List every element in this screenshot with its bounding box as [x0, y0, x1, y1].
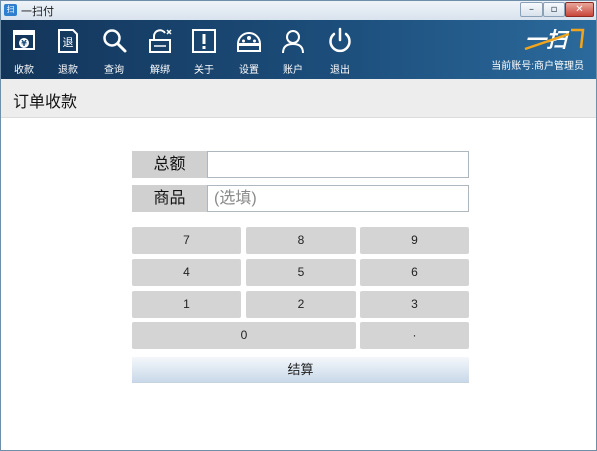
total-amount-label: 总额 — [132, 151, 207, 178]
refund-icon-glyph: 退 — [63, 36, 74, 49]
keypad-key-4[interactable]: 4 — [132, 259, 241, 286]
logo-text: 一扫 — [525, 28, 570, 52]
keypad-key-5[interactable]: 5 — [246, 259, 356, 286]
keypad-key-0[interactable]: 0 — [132, 322, 356, 349]
goods-label: 商品 — [132, 185, 207, 212]
current-account-label: 当前账号:商户管理员 — [491, 61, 584, 72]
svg-text:¥: ¥ — [21, 39, 27, 48]
toolbar-about-button[interactable]: 关于 — [181, 20, 227, 79]
receive-payment-icon: ¥ — [13, 30, 35, 50]
close-button[interactable]: ✕ — [565, 2, 594, 17]
toolbar-receive-button[interactable]: ¥ 收款 — [1, 20, 47, 79]
toolbar-settings-label: 设置 — [239, 65, 259, 76]
toolbar-settings-button[interactable]: 设置 — [226, 20, 272, 79]
toolbar-unbind-label: 解绑 — [150, 65, 170, 76]
keypad-key-2[interactable]: 2 — [246, 291, 356, 318]
info-icon — [192, 29, 216, 53]
page-title: 订单收款 — [13, 94, 78, 111]
keypad-key-9[interactable]: 9 — [360, 227, 469, 254]
toolbar-about-label: 关于 — [194, 65, 214, 76]
toolbar-unbind-button[interactable]: 解绑 — [137, 20, 183, 79]
toolbar-account-label: 账户 — [283, 65, 303, 76]
checkout-button[interactable]: 结算 — [132, 356, 469, 383]
toolbar: ¥ 收款 退 退款 查询 解绑 关于 设置 账户 退出 一扫 当前账号:商户管理… — [1, 20, 596, 79]
toolbar-exit-button[interactable]: 退出 — [317, 20, 363, 79]
goods-input[interactable]: (选填) — [207, 185, 469, 212]
keypad-key-1[interactable]: 1 — [132, 291, 241, 318]
toolbar-refund-button[interactable]: 退 退款 — [45, 20, 91, 79]
keypad-key-3[interactable]: 3 — [360, 291, 469, 318]
page-header: 订单收款 — [1, 79, 596, 118]
toolbar-search-label: 查询 — [104, 65, 124, 76]
keypad-key-7[interactable]: 7 — [132, 227, 241, 254]
refund-icon: 退 — [58, 29, 78, 53]
user-icon — [282, 30, 304, 54]
brand-logo: 一扫 — [524, 28, 585, 52]
minimize-button[interactable]: – — [520, 2, 543, 17]
keypad-key-6[interactable]: 6 — [360, 259, 469, 286]
power-icon — [329, 27, 351, 53]
toolbar-account-button[interactable]: 账户 — [270, 20, 316, 79]
search-icon — [103, 29, 127, 53]
total-amount-input[interactable] — [207, 151, 469, 178]
unbind-icon — [149, 29, 172, 53]
title-bar[interactable]: 扫 一扫付 – ▫ ✕ — [1, 1, 596, 21]
keypad-key-dot[interactable]: · — [360, 322, 469, 349]
toolbar-search-button[interactable]: 查询 — [91, 20, 137, 79]
keypad-key-8[interactable]: 8 — [246, 227, 356, 254]
toolbar-receive-label: 收款 — [14, 65, 34, 76]
settings-icon — [236, 32, 262, 52]
toolbar-refund-label: 退款 — [58, 65, 78, 76]
window-title: 一扫付 — [21, 6, 54, 18]
maximize-button[interactable]: ▫ — [543, 2, 565, 17]
app-icon: 扫 — [4, 4, 17, 16]
app-window: 扫 一扫付 – ▫ ✕ ¥ 收款 退 退款 查询 解绑 关于 设置 账户 退出 … — [0, 0, 597, 451]
toolbar-exit-label: 退出 — [330, 65, 350, 76]
